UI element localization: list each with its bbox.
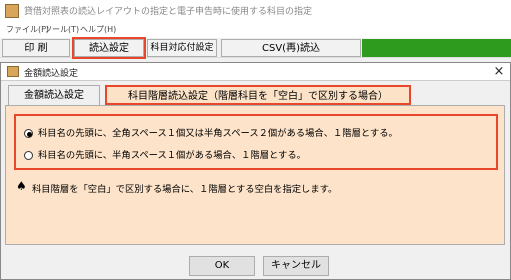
radio-unselected[interactable] xyxy=(24,151,33,160)
menu-help[interactable]: ヘルプ(H) xyxy=(80,22,116,38)
tab-hierarchy-read-settings[interactable]: 科目階層読込設定（階層科目を「空白」で区別する場合） xyxy=(105,85,411,105)
cancel-button[interactable]: キャンセル xyxy=(263,256,329,276)
csv-reread-button[interactable]: CSV(再)読込 xyxy=(221,39,361,57)
toolbar-status-area xyxy=(362,39,511,57)
hierarchy-option-group: 科目名の先頭に、全角スペース１個又は半角スペース２個がある場合、１階層とする。 … xyxy=(14,114,498,170)
radio-selected[interactable] xyxy=(24,129,33,138)
app-titlebar: 貸借対照表の読込レイアウトの指定と電子申告時に使用する科目の指定 xyxy=(0,0,511,22)
note-text: 科目階層を「空白」で区別する場合に、１階層とする空白を指定します。 xyxy=(32,184,338,195)
option-label: 科目名の先頭に、半角スペース１個がある場合、１階層とする。 xyxy=(38,150,306,161)
print-button[interactable]: 印 刷 xyxy=(2,39,70,57)
app-icon xyxy=(5,4,19,18)
menu-file[interactable]: ファイル(F) xyxy=(6,22,49,38)
dialog-title: 金額読込設定 xyxy=(24,69,79,79)
ok-button[interactable]: OK xyxy=(189,256,255,276)
dialog-icon xyxy=(7,66,19,77)
toolbar: 印 刷 読込設定 科目対応付設定 CSV(再)読込 xyxy=(0,37,511,59)
spade-icon: ♠ xyxy=(16,179,27,193)
dialog-titlebar: 金額読込設定 × xyxy=(1,63,510,81)
option-label: 科目名の先頭に、全角スペース１個又は半角スペース２個がある場合、１階層とする。 xyxy=(38,128,398,139)
amount-read-settings-dialog: 金額読込設定 × 金額読込設定 科目階層読込設定（階層科目を「空白」で区別する場… xyxy=(0,62,511,280)
tab-amount-read-settings[interactable]: 金額読込設定 xyxy=(8,85,100,105)
account-mapping-button[interactable]: 科目対応付設定 xyxy=(147,39,217,57)
close-icon[interactable]: × xyxy=(491,64,507,80)
app-title: 貸借対照表の読込レイアウトの指定と電子申告時に使用する科目の指定 xyxy=(24,7,313,17)
menu-tools[interactable]: ツール(T) xyxy=(44,22,79,38)
menu-bar: ファイル(F) ツール(T) ヘルプ(H) xyxy=(0,22,511,38)
read-settings-button[interactable]: 読込設定 xyxy=(72,37,146,59)
tab-panel: 科目名の先頭に、全角スペース１個又は半角スペース２個がある場合、１階層とする。 … xyxy=(5,105,505,245)
